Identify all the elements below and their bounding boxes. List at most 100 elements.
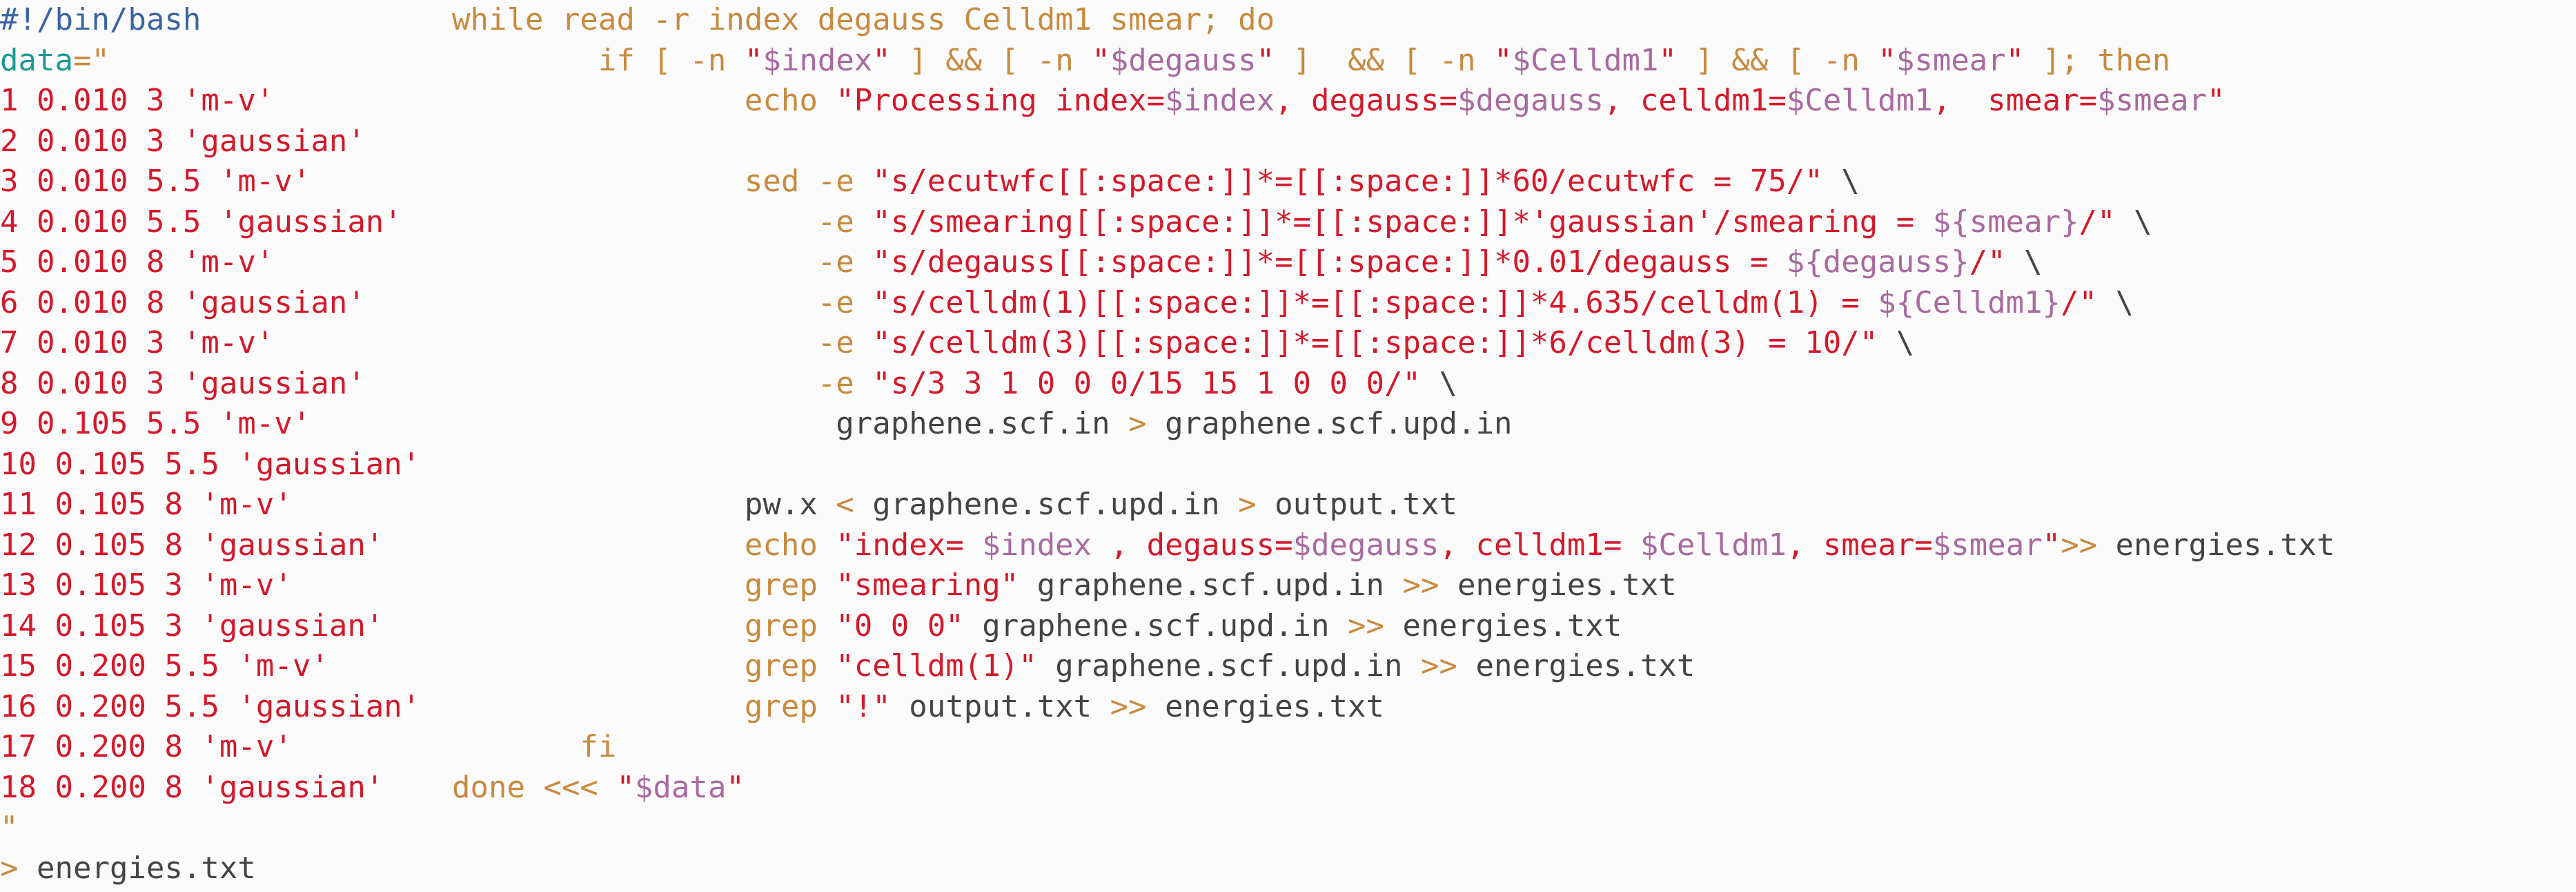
code-token: 13 0.105 3 'm-v' — [0, 568, 293, 603]
code-token: 17 0.200 8 'm-v' — [0, 729, 293, 764]
code-token: /" — [1969, 244, 2006, 280]
code-line: pw.x < graphene.scf.upd.in > output.txt — [452, 485, 2335, 525]
code-token: " — [616, 769, 635, 805]
code-line: 3 0.010 5.5 'm-v' — [0, 162, 420, 202]
code-token: " — [2207, 83, 2225, 118]
code-line: done <<< "$data" — [452, 768, 2335, 808]
code-token: " — [0, 810, 19, 845]
code-token: -e — [452, 365, 873, 401]
code-token: "!" — [836, 688, 891, 724]
code-token: "index= — [836, 527, 983, 563]
code-token: \ — [1878, 325, 1915, 360]
code-line: grep "0 0 0" graphene.scf.upd.in >> ener… — [452, 606, 2335, 647]
code-line: 8 0.010 3 'gaussian' — [0, 364, 420, 405]
code-token: >> — [1110, 688, 1147, 724]
code-token: done <<< — [452, 769, 617, 805]
code-line: while read -r index degauss Celldm1 smea… — [452, 0, 2335, 41]
code-line: 13 0.105 3 'm-v' — [0, 565, 420, 606]
code-token: 2 0.010 3 'gaussian' — [0, 123, 366, 159]
code-token: ] && [ -n — [890, 42, 1092, 78]
code-token: , degauss= — [1092, 527, 1293, 563]
code-line: 16 0.200 5.5 'gaussian' — [0, 687, 420, 728]
code-token: $index — [1165, 83, 1275, 118]
code-token: 8 0.010 3 'gaussian' — [0, 365, 366, 401]
code-token: < — [836, 487, 854, 522]
code-line: " — [0, 808, 420, 849]
code-token: 6 0.010 8 'gaussian' — [0, 284, 366, 320]
code-token: $smear — [1932, 527, 2043, 563]
code-token: /" — [2061, 284, 2098, 320]
code-line: -e "s/degauss[[:space:]]*=[[:space:]]*0.… — [452, 242, 2335, 283]
code-token: 7 0.010 3 'm-v' — [0, 325, 275, 360]
code-token: ] && [ -n — [1275, 42, 1495, 78]
code-token: " — [2042, 527, 2061, 563]
code-token: -e — [452, 204, 873, 240]
code-line: 7 0.010 3 'm-v' — [0, 323, 420, 364]
code-token: energies.txt — [2097, 527, 2335, 563]
code-token: " — [1878, 42, 1896, 78]
code-token: pw.x — [452, 487, 836, 522]
code-token: " — [1658, 42, 1677, 78]
code-line: data=" — [0, 41, 420, 81]
code-line: 2 0.010 3 'gaussian' — [0, 122, 420, 162]
code-token: output.txt — [890, 688, 1110, 724]
code-token: "s/smearing[[:space:]]*=[[:space:]]*'gau… — [872, 204, 1933, 240]
code-token: " — [744, 42, 763, 78]
code-line: 12 0.105 8 'gaussian' — [0, 525, 420, 566]
code-line: #!/bin/bash — [0, 0, 420, 41]
code-token: "s/degauss[[:space:]]*=[[:space:]]*0.01/… — [872, 244, 1787, 280]
code-token: graphene.scf.in — [452, 406, 1129, 441]
code-token: "celldm(1)" — [836, 648, 1037, 683]
code-token: while read -r index degauss Celldm1 smea… — [452, 2, 1275, 37]
code-token: energies.txt — [1439, 568, 1677, 603]
code-token: $Celldm1 — [1640, 527, 1787, 563]
code-token: sed -e — [452, 164, 873, 199]
code-editor[interactable]: #!/bin/bash data=" 1 0.010 3 'm-v' 2 0.010 … — [0, 0, 2576, 892]
code-token: energies.txt — [36, 850, 256, 886]
code-token: echo — [452, 83, 836, 118]
code-token: ${degauss} — [1786, 244, 1969, 280]
code-line: 1 0.010 3 'm-v' — [0, 81, 420, 122]
code-token: > — [1128, 406, 1147, 441]
code-token: ${Celldm1} — [1878, 284, 2061, 320]
code-token: 10 0.105 5.5 'gaussian' — [0, 446, 421, 482]
code-token: "s/ecutwfc[[:space:]]*=[[:space:]]*60/ec… — [872, 164, 1823, 199]
code-token: > — [1238, 487, 1257, 522]
code-line: if [ -n "$index" ] && [ -n "$degauss" ] … — [452, 41, 2335, 81]
code-token: "smearing" — [836, 568, 1019, 603]
code-token: 11 0.105 8 'm-v' — [0, 487, 293, 522]
code-token: energies.txt — [1146, 688, 1385, 724]
data-definition-block: #!/bin/bash data=" 1 0.010 3 'm-v' 2 0.010 … — [0, 0, 420, 889]
code-token: -e — [452, 244, 873, 280]
code-line: 11 0.105 8 'm-v' — [0, 485, 420, 525]
code-token: $Celldm1 — [1512, 42, 1659, 78]
code-line: 10 0.105 5.5 'gaussian' — [0, 445, 420, 485]
code-token: , celldm1= — [1439, 527, 1640, 563]
code-token: 5 0.010 8 'm-v' — [0, 244, 275, 280]
code-token: $index — [763, 42, 873, 78]
code-token: \ — [1421, 365, 1457, 401]
code-token: 3 0.010 5.5 'm-v' — [0, 164, 311, 199]
code-token: >> — [2061, 527, 2098, 563]
code-token: > — [0, 850, 37, 886]
code-token: , smear= — [1786, 527, 1933, 563]
code-line: -e "s/3 3 1 0 0 0/15 15 1 0 0 0/" \ — [452, 364, 2335, 405]
code-token: $smear — [1896, 42, 2006, 78]
code-token: " — [1092, 42, 1110, 78]
code-token: graphene.scf.upd.in — [963, 608, 1348, 643]
code-line: grep "smearing" graphene.scf.upd.in >> e… — [452, 565, 2335, 606]
code-token: $degauss — [1292, 527, 1439, 563]
code-token: >> — [1421, 648, 1457, 683]
code-line: grep "!" output.txt >> energies.txt — [452, 687, 2335, 728]
code-token: "s/celldm(1)[[:space:]]*=[[:space:]]*4.6… — [872, 284, 1878, 320]
code-token: -e — [452, 284, 873, 320]
code-token: 4 0.010 5.5 'gaussian' — [0, 204, 402, 240]
code-token: " — [1256, 42, 1275, 78]
code-token: " — [726, 769, 745, 805]
code-token: echo — [452, 527, 836, 563]
code-token: ]; then — [2024, 42, 2171, 78]
code-line: 6 0.010 8 'gaussian' — [0, 283, 420, 324]
code-token: \ — [2097, 284, 2134, 320]
code-token: >> — [1402, 568, 1439, 603]
